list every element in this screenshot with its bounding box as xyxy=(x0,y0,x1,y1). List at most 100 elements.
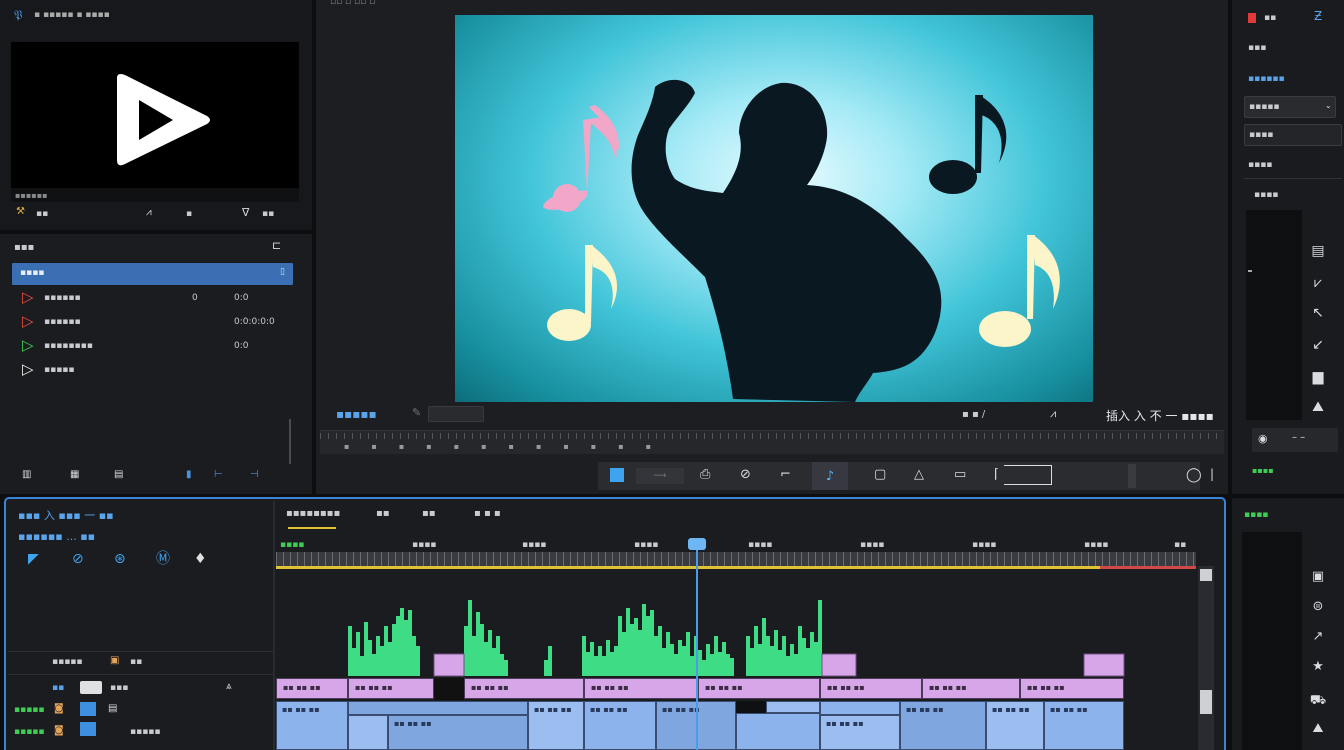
preset-dropdown[interactable]: ▪▪▪▪▪ ⌄ xyxy=(1244,96,1336,118)
program-counter: ▪ ▪ / xyxy=(962,409,986,420)
zoom-dropdown[interactable] xyxy=(428,406,484,422)
icon-view-icon[interactable]: ▦ xyxy=(70,470,79,480)
timeline-scrollbar[interactable] xyxy=(1198,566,1214,750)
clip[interactable]: ▪▪ ▪▪ ▪▪ xyxy=(1020,678,1124,699)
record-icon[interactable]: ◯ xyxy=(1186,468,1202,482)
clip[interactable]: ▪▪ ▪▪ ▪▪ xyxy=(348,678,434,699)
list-item[interactable]: ▷ ▪▪▪▪▪▪ 0 0:0 xyxy=(12,287,293,309)
camera-icon[interactable]: ⎙ xyxy=(700,468,710,481)
panel-label-3: ▪▪▪▪ xyxy=(1248,160,1273,170)
mark-out-icon[interactable]: ∇ xyxy=(242,207,249,218)
clip[interactable]: ▪▪ ▪▪ ▪▪ xyxy=(820,715,900,750)
clip[interactable] xyxy=(820,701,900,715)
clip[interactable]: ▪▪ ▪▪ ▪▪ xyxy=(1044,701,1124,750)
volume-slider[interactable] xyxy=(1128,464,1136,488)
clip[interactable]: ▪▪ ▪▪ ▪▪ xyxy=(820,678,922,699)
triangle-icon[interactable]: △ xyxy=(914,468,924,481)
play-icon[interactable] xyxy=(111,72,213,168)
clip[interactable]: ▪▪ ▪▪ ▪▪ xyxy=(584,678,698,699)
audio-wave-icon[interactable]: ⩓ xyxy=(226,682,232,692)
loop-icon[interactable]: ⟶ xyxy=(636,468,684,484)
mute-icon[interactable]: ◙ xyxy=(54,726,64,736)
playhead-handle[interactable] xyxy=(688,538,706,550)
list-item[interactable]: ▷ ▪▪▪▪▪▪ 0:0:0:0:0 xyxy=(12,311,293,333)
track-toggle[interactable] xyxy=(80,681,102,694)
slip-icon[interactable]: ⌈ xyxy=(994,468,999,481)
stop-square-icon[interactable] xyxy=(610,468,624,482)
link-icon[interactable]: ⊘ xyxy=(740,468,751,481)
settings-wrench-icon[interactable]: ✎ xyxy=(412,407,421,418)
razor-icon[interactable]: ♪ xyxy=(812,462,848,490)
flag-icon[interactable]: ▤ xyxy=(1308,244,1328,258)
close-panel-icon[interactable]: Ƶ xyxy=(1314,10,1322,22)
clip[interactable]: ▪▪ ▪▪ ▪▪ xyxy=(528,701,584,750)
list-view-icon[interactable]: ▥ xyxy=(22,470,31,480)
clip[interactable]: ▪▪ ▪▪ ▪▪ xyxy=(986,701,1044,750)
clip[interactable]: ▪▪ ▪▪ ▪▪ xyxy=(900,701,986,750)
sort-icon[interactable]: ▯ xyxy=(280,268,285,277)
marker-icon[interactable]: ⊛ xyxy=(114,552,126,566)
clip[interactable]: ▪▪ ▪▪ ▪▪ xyxy=(922,678,1020,699)
delete-icon[interactable]: ⊣ xyxy=(250,470,259,480)
program-scrub-bar[interactable]: ▪▪▪▪▪▪▪▪▪▪▪▪ xyxy=(320,430,1224,454)
record-button-icon[interactable] xyxy=(1248,13,1256,23)
tab-sequence[interactable]: ▪▪▪▪▪▪▪▪ xyxy=(286,508,340,519)
list-item[interactable]: ▷ ▪▪▪▪▪ xyxy=(12,359,293,381)
clip[interactable] xyxy=(348,715,388,750)
timeline-ruler[interactable]: ▪▪▪▪ ▪▪▪▪ ▪▪▪▪ ▪▪▪▪ ▪▪▪▪ ▪▪▪▪ ▪▪▪▪ ▪▪▪▪ … xyxy=(276,538,1196,570)
slash-icon[interactable]: ↙ xyxy=(1308,338,1328,352)
clip[interactable]: ▪▪ ▪▪ ▪▪ xyxy=(698,678,820,699)
freeform-icon[interactable]: ▤ xyxy=(114,470,123,480)
new-bin-icon[interactable]: ▮ xyxy=(186,470,192,480)
square-tool-icon[interactable]: ▣ xyxy=(1308,570,1328,583)
clip[interactable] xyxy=(348,701,528,715)
playhead[interactable] xyxy=(696,542,698,750)
wrench-icon[interactable]: ⚒ xyxy=(16,207,25,217)
crop-icon[interactable]: ⌐ xyxy=(780,468,791,481)
tab-3[interactable]: ▪▪ xyxy=(422,508,436,519)
track-target[interactable] xyxy=(80,702,96,716)
clip[interactable]: ▪▪ ▪▪ ▪▪ xyxy=(276,701,348,750)
box-icon[interactable]: ▆ xyxy=(1308,370,1328,384)
zoom-icon[interactable]: ⛰ xyxy=(1308,722,1328,735)
eye-icon[interactable]: ◙ xyxy=(54,704,64,714)
pointer-icon[interactable]: ⩗ xyxy=(1308,276,1328,290)
snap-icon[interactable]: ◤ xyxy=(28,552,39,566)
project-header-item[interactable]: ▪▪▪▪ ▯ xyxy=(12,263,293,285)
panel-menu-icon[interactable]: ⊏ xyxy=(272,240,281,251)
more-icon[interactable]: | xyxy=(1210,468,1214,480)
clip[interactable] xyxy=(766,701,820,713)
star-icon[interactable]: ★ xyxy=(1308,660,1328,673)
track-select-icon[interactable]: ⊜ xyxy=(1308,600,1328,613)
settings-icon[interactable]: Ⓜ xyxy=(156,552,170,566)
tab-4[interactable]: ▪ ▪ ▪ xyxy=(474,508,501,519)
list-item[interactable]: ▷ ▪▪▪▪▪▪▪▪ 0:0 xyxy=(12,335,293,357)
value-field[interactable]: ▪▪▪▪ xyxy=(1244,124,1342,146)
tab-2[interactable]: ▪▪ xyxy=(376,508,390,519)
clip[interactable] xyxy=(736,713,820,750)
hand-icon[interactable]: ⛟ xyxy=(1308,694,1328,707)
track-target-2[interactable] xyxy=(80,722,96,736)
frame-icon[interactable]: ▢ xyxy=(874,468,886,481)
ripple-icon[interactable]: ↗ xyxy=(1308,630,1328,643)
clip[interactable]: ▪▪ ▪▪ ▪▪ xyxy=(276,678,348,699)
lock-icon[interactable]: ▣ xyxy=(110,656,119,666)
program-viewer[interactable] xyxy=(455,15,1093,402)
caption-icon[interactable]: ♦ xyxy=(194,552,207,566)
source-viewer[interactable]: ▪▪▪▪▪▪ xyxy=(11,42,299,202)
new-item-icon[interactable]: ⊢ xyxy=(214,470,223,480)
mountain-icon[interactable]: ⛰ xyxy=(1308,400,1328,414)
clip[interactable]: ▪▪ ▪▪ ▪▪ xyxy=(584,701,656,750)
end-icon[interactable] xyxy=(1004,465,1052,485)
mark-in-icon[interactable]: ⩘ xyxy=(146,208,152,218)
clip[interactable]: ▪▪ ▪▪ ▪▪ xyxy=(388,715,528,750)
safe-margin-icon[interactable]: ⩘ xyxy=(1050,408,1056,419)
toolbar-icon[interactable]: ▫▫ ▫ ▫▫ ▫ xyxy=(330,0,375,7)
linked-icon[interactable]: ⊘ xyxy=(72,552,84,566)
export-icon[interactable]: ▭ xyxy=(954,468,966,481)
toggle-row[interactable]: ◉ – – xyxy=(1252,428,1338,452)
film-icon[interactable]: ▤ xyxy=(108,704,117,714)
project-scrollbar[interactable] xyxy=(289,419,291,464)
clip[interactable]: ▪▪ ▪▪ ▪▪ xyxy=(464,678,584,699)
pen-icon[interactable]: ↖ xyxy=(1308,306,1328,320)
